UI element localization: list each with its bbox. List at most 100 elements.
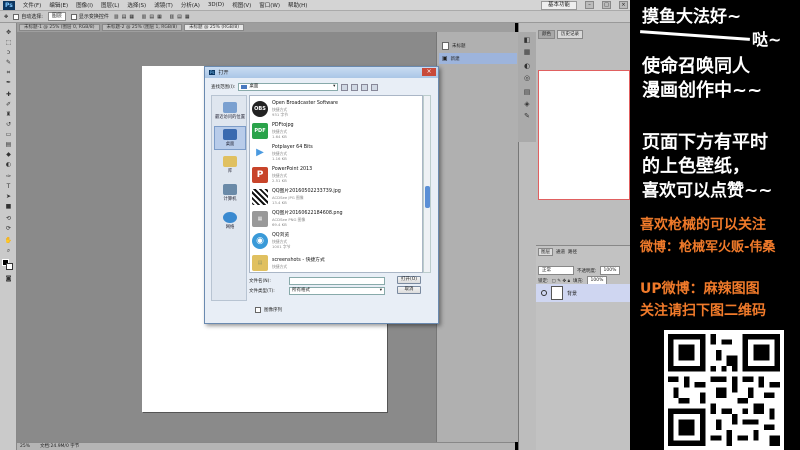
opacity-input[interactable]: 100% [599, 266, 621, 275]
channels-panel-icon[interactable]: ◈ [522, 100, 532, 109]
place-libraries[interactable]: 库 [214, 154, 246, 178]
place-network[interactable]: 网络 [214, 210, 246, 234]
dialog-close-icon[interactable]: × [422, 68, 436, 76]
list-item[interactable]: OBS Open Broadcaster Software 快捷方式 931 字节 [252, 99, 420, 119]
place-computer[interactable]: 计算机 [214, 182, 246, 206]
scrollbar-thumb[interactable] [425, 186, 430, 208]
workspace-select[interactable]: 基本功能 [540, 0, 577, 10]
align-icons[interactable]: ▥▤▦ ▥▤▦ ▥▤▦ [114, 14, 193, 20]
paths-panel-icon[interactable]: ✎ [522, 112, 532, 121]
file-list[interactable]: OBS Open Broadcaster Software 快捷方式 931 字节 P… [249, 95, 423, 273]
shape-tool-icon[interactable]: ■ [4, 203, 13, 210]
3d-camera-tool-icon[interactable]: ⟳ [4, 225, 13, 232]
tab-channels[interactable]: 通道 [556, 249, 565, 255]
cancel-button[interactable]: 取消 [397, 286, 421, 294]
file-list-scrollbar[interactable] [423, 95, 431, 273]
stamp-tool-icon[interactable]: ♜ [4, 111, 13, 118]
tab-layers[interactable]: 图层 [538, 248, 553, 256]
open-button[interactable]: 打开(O) [397, 276, 421, 284]
maximize-icon[interactable]: □ [602, 1, 611, 9]
list-item[interactable]: P PowerPoint 2013 快捷方式 2.51 KB [252, 165, 420, 185]
layer-row-background[interactable]: 背景 [536, 284, 630, 302]
filetype-dropdown[interactable]: 所有格式 ▾ [289, 286, 385, 295]
list-item[interactable]: PDF PDFtojpg 快捷方式 1.64 KB [252, 121, 420, 141]
menu-analysis[interactable]: 分析(A) [181, 1, 200, 9]
history-snapshot[interactable]: 未标题 [439, 40, 517, 51]
move-tool-icon[interactable]: ✥ [4, 29, 13, 36]
healing-tool-icon[interactable]: ✚ [4, 91, 13, 98]
tab-document-2[interactable]: 未标题-2 @ 25% (图层 1, RGB/8) [101, 24, 183, 31]
tab-document-1[interactable]: 未标题-1 @ 25% (图层 0, RGB/8) [19, 24, 100, 31]
quick-select-tool-icon[interactable]: ✎ [4, 59, 13, 66]
history-step[interactable]: ▣ 新建 [439, 53, 517, 64]
list-item[interactable]: ◉ QQ浏览 快捷方式 1001 字节 [252, 231, 420, 251]
auto-select-dropdown[interactable]: 图层 [47, 12, 66, 21]
overlay-line-4: 漫画创作中~~ [642, 80, 763, 101]
masks-panel-icon[interactable]: ◎ [522, 74, 532, 83]
menu-image[interactable]: 图像(I) [76, 1, 93, 9]
lasso-tool-icon[interactable]: ↄ [4, 49, 13, 56]
adjustments-panel-icon[interactable]: ◐ [522, 62, 532, 71]
eyedropper-tool-icon[interactable]: ✒ [4, 79, 13, 86]
up-folder-icon[interactable] [351, 83, 359, 91]
eraser-tool-icon[interactable]: ▭ [4, 131, 13, 138]
place-desktop[interactable]: 桌面 [214, 126, 246, 150]
menu-edit[interactable]: 编辑(E) [49, 1, 68, 9]
view-menu-icon[interactable] [371, 83, 379, 91]
lock-icons[interactable]: ▢ ✎ ✥ 🔒︎ [552, 278, 570, 284]
overlay-line-1: 摸鱼大法好~ [642, 7, 742, 27]
image-sequence-checkbox[interactable]: 图像序列 [255, 307, 282, 313]
tab-paths[interactable]: 路径 [568, 249, 577, 255]
visibility-eye-icon[interactable] [541, 290, 547, 296]
dodge-tool-icon[interactable]: ◐ [4, 161, 13, 168]
new-folder-icon[interactable] [361, 83, 369, 91]
tab-history[interactable]: 历史记录 [557, 30, 583, 39]
menu-window[interactable]: 窗口(W) [259, 1, 280, 9]
background-color-swatch[interactable] [6, 263, 13, 270]
menu-3d[interactable]: 3D(D) [208, 2, 224, 8]
zoom-tool-icon[interactable]: ⌕ [4, 247, 13, 254]
folder-shortcut-icon: ▤ [252, 255, 268, 271]
type-tool-icon[interactable]: T [4, 183, 13, 190]
back-icon[interactable] [341, 83, 349, 91]
lock-label: 锁定: [538, 278, 549, 284]
path-select-tool-icon[interactable]: ➤ [4, 193, 13, 200]
file-size: 1.16 KB [272, 156, 287, 161]
marquee-tool-icon[interactable]: ⬚ [4, 39, 13, 46]
blur-tool-icon[interactable]: ◆ [4, 151, 13, 158]
zoom-level[interactable]: 25% [20, 443, 30, 450]
color-panel-icon[interactable]: ◧ [522, 36, 532, 45]
look-in-dropdown[interactable]: 桌面 ▾ [238, 83, 339, 91]
close-icon[interactable]: × [619, 1, 628, 9]
list-item[interactable]: ▤ screenshots - 快捷方式 快捷方式 [252, 253, 420, 272]
menu-select[interactable]: 选择(S) [127, 1, 146, 9]
list-item[interactable]: QRQQ图片20160502233739.jpgACDSee JPG 图像13.… [252, 187, 420, 207]
layers-panel-icon[interactable]: ▤ [522, 88, 532, 97]
list-item[interactable]: ▦ QQ图片20160622184608.png ACDSee PNG 图像 69.4… [252, 209, 420, 229]
menu-help[interactable]: 帮助(H) [288, 1, 307, 9]
menu-filter[interactable]: 滤镜(T) [154, 1, 173, 9]
crop-tool-icon[interactable]: ⌗ [4, 69, 13, 76]
gradient-tool-icon[interactable]: ▤ [4, 141, 13, 148]
menu-layer[interactable]: 图层(L) [101, 1, 119, 9]
menu-view[interactable]: 视图(V) [232, 1, 251, 9]
minimize-icon[interactable]: – [585, 1, 594, 9]
place-recent[interactable]: 最近访问的位置 [214, 100, 246, 124]
filename-input[interactable] [289, 276, 385, 285]
tab-color[interactable]: 颜色 [538, 30, 555, 39]
history-brush-icon[interactable]: ↺ [4, 121, 13, 128]
list-item[interactable]: ▶ Potplayer 64 Bits 快捷方式 1.16 KB [252, 143, 420, 163]
swatches-panel-icon[interactable]: ▦ [522, 48, 532, 57]
transform-controls-checkbox[interactable]: 显示变换控件 [70, 13, 109, 20]
blend-mode-select[interactable]: 正常 [538, 266, 574, 275]
3d-rotate-tool-icon[interactable]: ⟲ [4, 215, 13, 222]
brush-tool-icon[interactable]: ✐ [4, 101, 13, 108]
pen-tool-icon[interactable]: ✑ [4, 173, 13, 180]
auto-select-checkbox[interactable]: 自动选择: [13, 13, 43, 20]
obs-icon: OBS [252, 101, 268, 117]
tab-document-3[interactable]: 未标题 @ 25% (RGB/8) [184, 24, 244, 31]
document-tabs: 未标题-1 @ 25% (图层 0, RGB/8) 未标题-2 @ 25% (图… [17, 23, 515, 32]
quick-mask-icon[interactable]: ◙ [4, 275, 13, 282]
menu-file[interactable]: 文件(F) [23, 1, 41, 9]
hand-tool-icon[interactable]: ✋ [4, 237, 13, 244]
